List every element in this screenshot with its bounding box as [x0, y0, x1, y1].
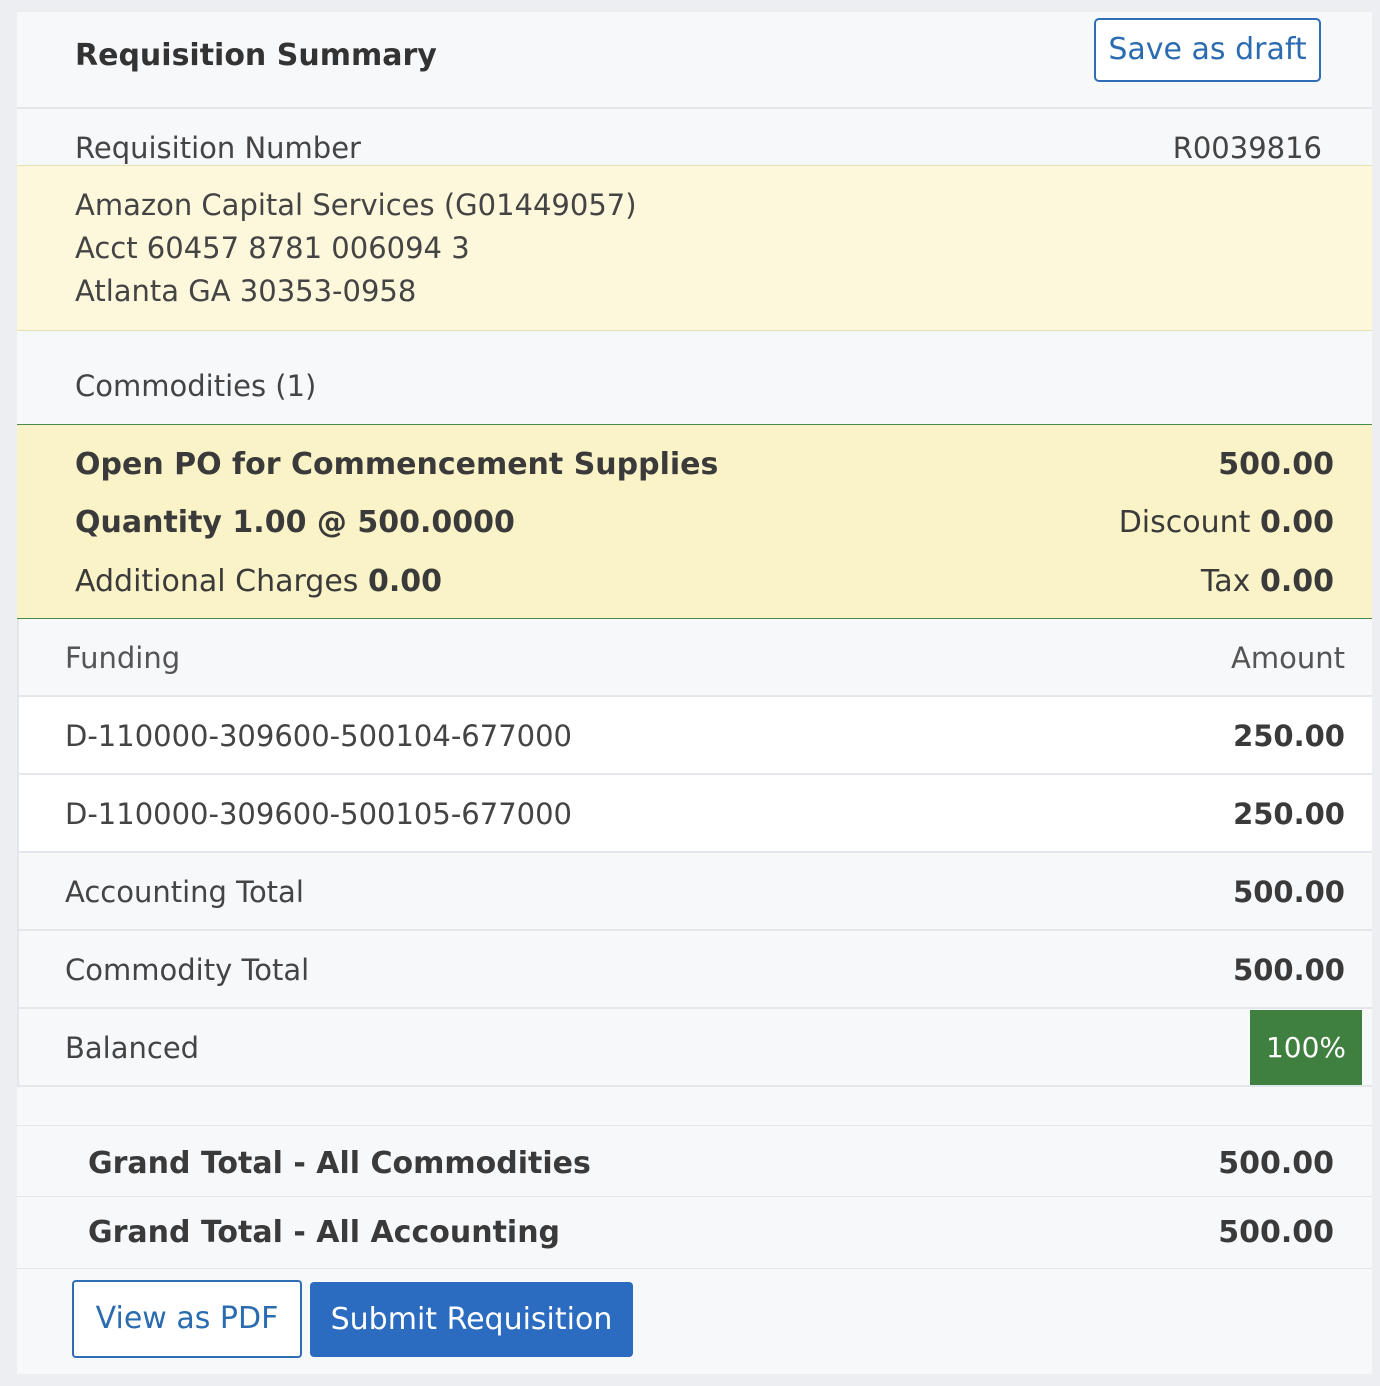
grand-total-commodities-row: Grand Total - All Commodities 500.00	[17, 1125, 1372, 1197]
grand-total-accounting-row: Grand Total - All Accounting 500.00	[17, 1199, 1372, 1269]
commodity-amount: 500.00	[1218, 447, 1334, 482]
funding-header-row: Funding Amount	[19, 619, 1372, 697]
amount-column-header: Amount	[1231, 641, 1345, 675]
tax-value: 0.00	[1259, 564, 1334, 599]
commodity-description: Open PO for Commencement Supplies	[75, 447, 719, 482]
commodities-heading: Commodities (1)	[75, 369, 317, 403]
grand-total-accounting-value: 500.00	[1218, 1215, 1334, 1250]
commodity-total-label: Commodity Total	[65, 953, 310, 987]
balanced-label: Balanced	[65, 1031, 200, 1065]
funding-account: D-110000-309600-500104-677000	[65, 719, 573, 753]
submit-requisition-button[interactable]: Submit Requisition	[310, 1282, 633, 1357]
additional-charges-value: 0.00	[367, 564, 442, 599]
supplier-name: Amazon Capital Services (G01449057)	[75, 188, 637, 222]
grand-total-accounting-label: Grand Total - All Accounting	[88, 1215, 561, 1250]
supplier-address: Atlanta GA 30353-0958	[75, 274, 417, 308]
funding-amount: 250.00	[1233, 797, 1345, 831]
commodity-tax: Tax 0.00	[1201, 564, 1334, 599]
balanced-status-badge: 100%	[1250, 1010, 1362, 1085]
supplier-block: Amazon Capital Services (G01449057) Acct…	[17, 165, 1372, 331]
requisition-summary-panel: Requisition Summary Save as draft Requis…	[17, 12, 1372, 1374]
accounting-total-label: Accounting Total	[65, 875, 304, 909]
balanced-row: Balanced 100%	[19, 1009, 1372, 1087]
requisition-number-row: Requisition Number R0039816	[17, 109, 1372, 165]
supplier-account: Acct 60457 8781 006094 3	[75, 231, 470, 265]
funding-amount: 250.00	[1233, 719, 1345, 753]
additional-charges-label: Additional Charges	[75, 564, 359, 599]
funding-account: D-110000-309600-500105-677000	[65, 797, 573, 831]
accounting-total-row: Accounting Total 500.00	[19, 853, 1372, 931]
requisition-number-value: R0039816	[1172, 131, 1322, 165]
commodity-total-value: 500.00	[1233, 953, 1345, 987]
view-as-pdf-button[interactable]: View as PDF	[72, 1280, 302, 1358]
tax-label: Tax	[1200, 564, 1251, 599]
page-title: Requisition Summary	[75, 38, 437, 73]
commodity-additional-charges: Additional Charges 0.00	[75, 564, 442, 599]
commodity-discount: Discount 0.00	[1119, 505, 1334, 540]
accounting-total-value: 500.00	[1233, 875, 1345, 909]
funding-column-header: Funding	[65, 641, 181, 675]
commodity-total-row: Commodity Total 500.00	[19, 931, 1372, 1009]
save-as-draft-button[interactable]: Save as draft	[1094, 18, 1321, 82]
commodity-item[interactable]: Open PO for Commencement Supplies 500.00…	[17, 424, 1372, 619]
table-row: D-110000-309600-500104-677000 250.00	[19, 697, 1372, 775]
grand-total-commodities-value: 500.00	[1218, 1146, 1334, 1181]
funding-table: Funding Amount D-110000-309600-500104-67…	[17, 619, 1372, 1087]
requisition-number-label: Requisition Number	[75, 131, 361, 165]
commodity-quantity: Quantity 1.00 @ 500.0000	[75, 505, 515, 540]
grand-total-commodities-label: Grand Total - All Commodities	[88, 1146, 591, 1181]
discount-value: 0.00	[1259, 505, 1334, 540]
table-row: D-110000-309600-500105-677000 250.00	[19, 775, 1372, 853]
discount-label: Discount	[1118, 505, 1251, 540]
summary-header: Requisition Summary Save as draft	[17, 12, 1372, 109]
